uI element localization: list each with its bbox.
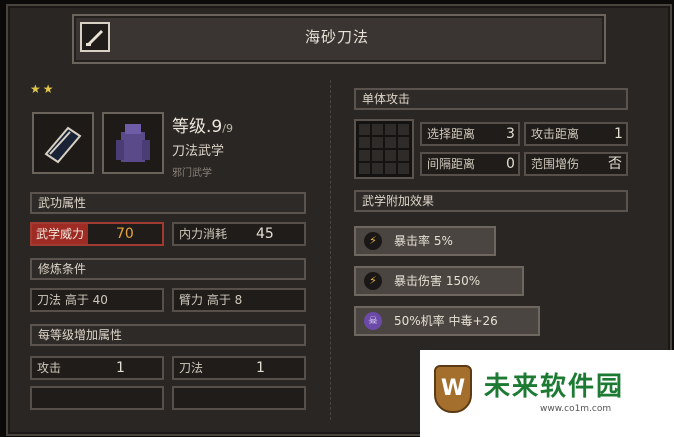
attack-type-header: 单体攻击	[354, 88, 628, 110]
lightning-icon: ⚡	[364, 272, 382, 290]
req-cell-1: 刀法 高于 40	[30, 288, 164, 312]
perlvl-header: 每等级增加属性	[30, 324, 306, 346]
range-grid-cell	[398, 163, 409, 174]
watermark-url: www.co1m.com	[540, 404, 612, 414]
range-grid-cell	[359, 124, 370, 135]
select-range-cell: 选择距离 3	[420, 122, 520, 146]
watermark-text: 未来软件园	[484, 372, 625, 402]
range-grid-cell	[372, 150, 383, 161]
skull-icon: ☠	[364, 312, 382, 330]
skill-book-icon	[32, 112, 94, 174]
skill-type: 刀法武学	[172, 144, 225, 159]
range-grid-cell	[372, 124, 383, 135]
level-label: 等级.9/9	[172, 117, 233, 137]
range-grid-cell	[359, 150, 370, 161]
range-grid-cell	[359, 163, 370, 174]
empty-cell-2	[172, 386, 306, 410]
range-grid-cell	[385, 150, 396, 161]
interval-cell: 间隔距离 0	[420, 152, 520, 176]
empty-cell-1	[30, 386, 164, 410]
sect-label: 邪门武学	[172, 168, 212, 179]
req-cell-2: 臂力 高于 8	[172, 288, 306, 312]
demon-sect-icon	[102, 112, 164, 174]
req-header: 修炼条件	[30, 258, 306, 280]
attack-range-cell: 攻击距离 1	[524, 122, 628, 146]
power-cell: 武学威力 70	[30, 222, 164, 246]
effect-crit-rate: ⚡ 暴击率 5%	[354, 226, 496, 256]
range-grid-cell	[385, 137, 396, 148]
skill-title: 海砂刀法	[304, 28, 369, 46]
range-grid-cell	[398, 137, 409, 148]
range-grid-cell	[372, 163, 383, 174]
effects-header: 武学附加效果	[354, 190, 628, 212]
effect-crit-damage: ⚡ 暴击伤害 150%	[354, 266, 524, 296]
inc-cell-1: 攻击 1	[30, 356, 164, 380]
attr-header: 武功属性	[30, 192, 306, 214]
inc-cell-2: 刀法 1	[172, 356, 306, 380]
lightning-icon: ⚡	[364, 232, 382, 250]
mp-cell: 内力消耗 45	[172, 222, 306, 246]
range-grid-cell	[372, 137, 383, 148]
range-grid-cell	[385, 124, 396, 135]
area-cell: 范围增伤否	[524, 152, 628, 176]
effect-poison: ☠ 50%机率 中毒+26	[354, 306, 540, 336]
range-grid-cell	[398, 150, 409, 161]
range-grid-cell	[359, 137, 370, 148]
watermark-logo: W	[434, 365, 472, 413]
range-grid-cell	[398, 124, 409, 135]
range-grid-cell	[385, 163, 396, 174]
range-grid	[354, 119, 414, 179]
rarity-stars: ★★	[30, 82, 56, 96]
column-divider	[330, 80, 331, 420]
